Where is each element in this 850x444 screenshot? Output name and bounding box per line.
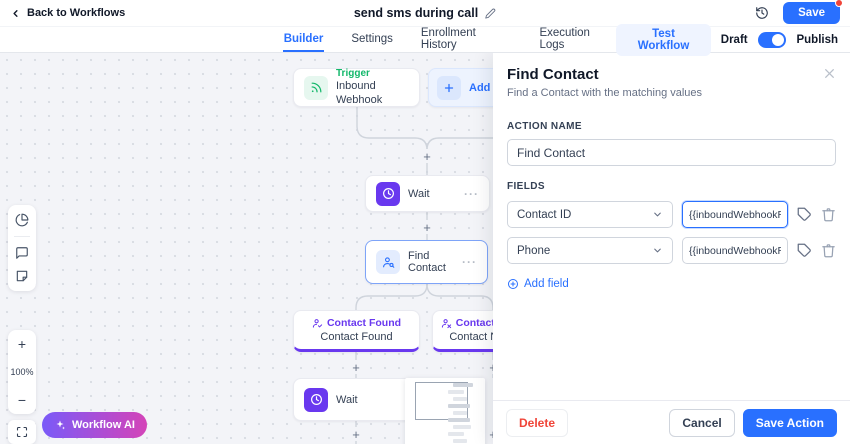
version-history-icon[interactable] <box>755 6 769 20</box>
add-step-button[interactable]: + <box>486 427 493 441</box>
toolbar-divider <box>14 236 30 237</box>
chevron-down-icon <box>652 245 663 256</box>
minimap[interactable] <box>405 378 485 444</box>
add-field-button[interactable]: Add field <box>507 278 569 290</box>
workflow-ai-label: Workflow AI <box>72 419 135 431</box>
edit-title-icon[interactable] <box>485 8 496 19</box>
circle-plus-icon <box>507 278 519 290</box>
unsaved-changes-dot <box>835 0 843 7</box>
workflow-title-text: send sms during call <box>354 6 478 20</box>
field-value-input[interactable] <box>682 201 788 228</box>
publish-label: Publish <box>796 34 838 46</box>
workflow-ai-button[interactable]: Workflow AI <box>42 412 147 438</box>
zoom-out-button[interactable]: − <box>18 393 26 407</box>
custom-values-tag-icon[interactable] <box>797 243 812 258</box>
person-check-icon <box>312 318 323 329</box>
action-name-input[interactable] <box>507 139 836 166</box>
trigger-type-label: Trigger <box>336 68 409 81</box>
fields-label: FIELDS <box>507 181 836 192</box>
comment-icon[interactable] <box>15 246 29 260</box>
node-add-new-trigger[interactable]: Add New Trigger <box>428 68 493 107</box>
delete-field-icon[interactable] <box>821 207 836 222</box>
field-row: Contact ID <box>507 201 836 228</box>
workflow-builder-app: Back to Workflows send sms during call S… <box>0 0 850 444</box>
add-step-button[interactable]: + <box>349 360 363 374</box>
field-key-select[interactable]: Phone <box>507 237 673 264</box>
draft-label: Draft <box>721 34 748 46</box>
tab-settings[interactable]: Settings <box>350 27 394 52</box>
note-icon[interactable] <box>15 269 29 283</box>
fit-view-button[interactable] <box>8 420 36 444</box>
panel-footer: Delete Cancel Save Action <box>493 400 850 444</box>
zoom-in-button[interactable]: + <box>18 337 26 351</box>
find-contact-node-label: Find Contact <box>408 250 454 274</box>
field-key-select[interactable]: Contact ID <box>507 201 673 228</box>
branch-found-title: Contact Found <box>327 317 401 329</box>
branch-contact-not-found[interactable]: Contact Not Found Contact Not Found <box>432 310 493 352</box>
panel-title: Find Contact <box>507 66 836 83</box>
webhook-icon <box>304 76 328 100</box>
chevron-down-icon <box>652 209 663 220</box>
node-trigger-inbound-webhook[interactable]: Trigger Inbound Webhook <box>293 68 420 107</box>
branch-found-subtitle: Contact Found <box>320 331 392 343</box>
node-wait-1[interactable]: Wait ··· <box>365 175 490 212</box>
delete-field-icon[interactable] <box>821 243 836 258</box>
clock-icon <box>376 182 400 206</box>
branch-not-found-subtitle: Contact Not Found <box>449 331 493 343</box>
wait-node-label: Wait <box>336 394 358 406</box>
add-new-trigger-label: Add New Trigger <box>469 82 493 94</box>
tab-builder[interactable]: Builder <box>283 27 325 52</box>
zoom-level: 100% <box>10 367 33 377</box>
trigger-name: Inbound Webhook <box>336 80 409 108</box>
chevron-left-icon <box>10 8 21 19</box>
back-label: Back to Workflows <box>27 7 125 19</box>
branch-not-found-title: Contact Not Found <box>456 317 493 329</box>
close-panel-icon[interactable] <box>823 67 836 80</box>
canvas-side-toolbar <box>8 205 36 291</box>
wait-node-label: Wait <box>408 188 430 200</box>
workflow-canvas[interactable]: Trigger Inbound Webhook Add New Trigger … <box>0 53 493 444</box>
action-settings-panel: Find Contact Find a Contact with the mat… <box>493 53 850 444</box>
add-step-button[interactable]: + <box>486 360 493 374</box>
tab-execution-logs[interactable]: Execution Logs <box>538 27 616 52</box>
publish-toggle[interactable] <box>758 32 787 48</box>
contact-search-icon <box>376 250 400 274</box>
plus-icon <box>437 76 461 100</box>
cancel-button[interactable]: Cancel <box>669 409 734 437</box>
save-action-button[interactable]: Save Action <box>743 409 837 437</box>
save-button[interactable]: Save <box>783 2 840 24</box>
zoom-controls: + 100% − <box>8 330 36 414</box>
tab-bar: Builder Settings Enrollment History Exec… <box>0 27 850 53</box>
top-header: Back to Workflows send sms during call S… <box>0 0 850 27</box>
stats-pie-icon[interactable] <box>15 213 29 227</box>
custom-values-tag-icon[interactable] <box>797 207 812 222</box>
node-more-menu[interactable]: ··· <box>462 255 477 269</box>
node-find-contact[interactable]: Find Contact ··· <box>365 240 488 284</box>
branch-contact-found[interactable]: Contact Found Contact Found <box>293 310 420 352</box>
person-x-icon <box>441 318 452 329</box>
add-step-button[interactable]: + <box>420 220 434 234</box>
delete-action-button[interactable]: Delete <box>506 409 568 437</box>
workflow-title: send sms during call <box>354 6 496 20</box>
sparkle-icon <box>54 419 66 431</box>
action-name-label: ACTION NAME <box>507 121 836 132</box>
node-more-menu[interactable]: ··· <box>464 187 479 201</box>
back-to-workflows-link[interactable]: Back to Workflows <box>10 7 125 19</box>
panel-description: Find a Contact with the matching values <box>507 87 836 99</box>
toggle-knob <box>772 34 784 46</box>
add-step-button[interactable]: + <box>349 427 363 441</box>
field-row: Phone <box>507 237 836 264</box>
test-workflow-button[interactable]: Test Workflow <box>616 24 711 56</box>
clock-icon <box>304 388 328 412</box>
tab-enrollment-history[interactable]: Enrollment History <box>420 27 513 52</box>
node-wait-2[interactable]: Wait <box>293 378 420 421</box>
field-value-input[interactable] <box>682 237 788 264</box>
add-step-button[interactable]: + <box>420 149 434 163</box>
